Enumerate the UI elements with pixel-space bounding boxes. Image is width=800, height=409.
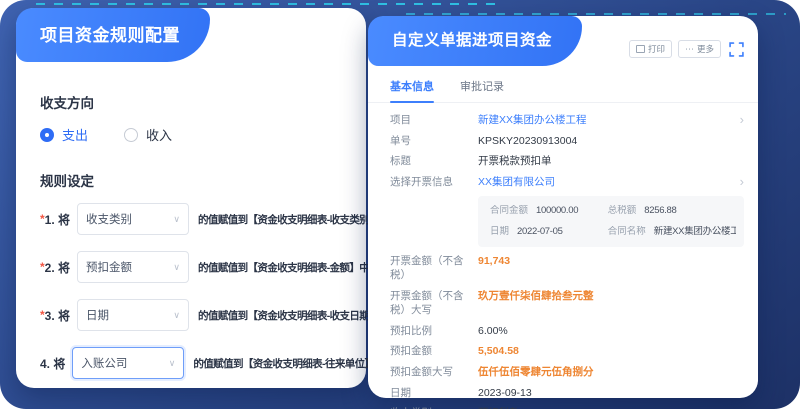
chevron-down-icon: ∨: [173, 214, 180, 225]
rule-3-field-value: 日期: [86, 307, 109, 323]
field-label: 预扣比例: [390, 324, 478, 338]
contract-field-label: 总税额: [608, 205, 637, 217]
contract-field-label: 合同名称: [608, 226, 646, 238]
radio-unselected-icon: [124, 128, 138, 142]
contract-field-label: 日期: [490, 226, 509, 238]
rule-2-suffix: 的值赋值到【资金收支明细表-金额】中: [198, 260, 369, 275]
rule-row-1: * 1. 将 收支类别 ∨ 的值赋值到【资金收支明细表-收支类别】中: [40, 203, 356, 235]
radio-expense-label: 支出: [62, 125, 88, 144]
field-row-invoice-info: 选择开票信息 XX集团有限公司 ›: [390, 175, 744, 189]
contract-field-label: 合同金额: [490, 205, 528, 217]
detail-fields: 项目 新建XX集团办公楼工程 › 单号 KPSKY20230913004 标题 …: [368, 103, 758, 409]
print-button-label: 打印: [648, 43, 665, 55]
rule-row-3: * 3. 将 日期 ∨ 的值赋值到【资金收支明细表-收支日期】中: [40, 299, 356, 331]
direction-radio-group: 支出 收入: [40, 125, 356, 144]
contract-name-item: 合同名称 新建XX集团办公楼工程现浇工程承包合同: [608, 226, 736, 238]
withhold-ratio-value: 6.00%: [478, 324, 508, 338]
field-label: 项目: [390, 113, 478, 127]
rule-number: 2. 将: [45, 259, 70, 276]
field-row-withhold-amount-caps: 预扣金额大写 伍仟伍佰零肆元伍角捌分: [390, 365, 744, 379]
rules-label: 规则设定: [40, 170, 356, 190]
field-label: 预扣金额: [390, 344, 478, 358]
contract-field-value: 8256.88: [644, 205, 676, 217]
doc-title-value: 开票税款预扣单: [478, 154, 552, 168]
contract-summary-card: 合同金额 100000.00 总税额 8256.88 日期 2022-07-05…: [478, 196, 744, 248]
marketing-frame: 项目资金规则配置 收支方向 支出 收入 规则设定 * 1. 将 收支类别: [0, 0, 800, 409]
invoice-company-link[interactable]: XX集团有限公司: [478, 175, 555, 189]
contract-field-value: 新建XX集团办公楼工程现浇工程承包合同: [654, 226, 736, 238]
chevron-right-icon[interactable]: ›: [740, 113, 744, 126]
tab-approval-record[interactable]: 审批记录: [460, 78, 504, 102]
rule-4-suffix: 的值赋值到【资金收支明细表-往来单位】中: [193, 356, 384, 371]
rule-number: 4. 将: [40, 355, 65, 372]
withhold-amount-value: 5,504.58: [478, 344, 519, 358]
document-detail-panel: 自定义单据进项目资金 打印 ⋯ 更多 基本信息 审批记录 项目 新建XX集团办公…: [368, 16, 758, 398]
rule-4-field-value: 入账公司: [81, 355, 127, 371]
field-label: 开票金额（不含税）: [390, 254, 478, 282]
invoice-amount-caps-value: 玖万壹仟柒佰肆拾叁元整: [478, 289, 594, 303]
rule-config-body: 收支方向 支出 收入 规则设定 * 1. 将 收支类别 ∨: [16, 8, 366, 379]
chevron-right-icon[interactable]: ›: [740, 175, 744, 188]
rule-number: 3. 将: [45, 307, 70, 324]
invoice-amount-value: 91,743: [478, 254, 510, 268]
rule-1-field-select[interactable]: 收支类别 ∨: [77, 203, 189, 235]
contract-amount-item: 合同金额 100000.00: [490, 205, 604, 217]
field-row-withhold-ratio: 预扣比例 6.00%: [390, 324, 744, 338]
detail-toolbar: 打印 ⋯ 更多: [629, 40, 744, 58]
direction-label: 收支方向: [40, 92, 356, 112]
chevron-down-icon: ∨: [169, 358, 176, 369]
print-button[interactable]: 打印: [629, 40, 672, 58]
chevron-down-icon: ∨: [173, 310, 180, 321]
rule-2-field-value: 预扣金额: [86, 259, 132, 275]
contract-tax-item: 总税额 8256.88: [608, 205, 736, 217]
rule-3-field-select[interactable]: 日期 ∨: [77, 299, 189, 331]
radio-income-label: 收入: [146, 125, 172, 144]
rule-row-4: 4. 将 入账公司 ∨ 的值赋值到【资金收支明细表-往来单位】中: [40, 347, 356, 379]
field-row-invoice-amount-caps: 开票金额（不含税）大写 玖万壹仟柒佰肆拾叁元整: [390, 289, 744, 317]
rule-2-field-select[interactable]: 预扣金额 ∨: [77, 251, 189, 283]
field-row-title: 标题 开票税款预扣单: [390, 154, 744, 168]
rule-row-2: * 2. 将 预扣金额 ∨ 的值赋值到【资金收支明细表-金额】中: [40, 251, 356, 283]
doc-number-value: KPSKY20230913004: [478, 134, 577, 148]
field-row-project: 项目 新建XX集团办公楼工程 ›: [390, 113, 744, 127]
field-row-date: 日期 2023-09-13: [390, 386, 744, 400]
radio-selected-icon: [40, 128, 54, 142]
rule-4-field-select[interactable]: 入账公司 ∨: [72, 347, 184, 379]
field-label: 选择开票信息: [390, 175, 478, 189]
radio-expense[interactable]: 支出: [40, 125, 88, 144]
field-row-doc-number: 单号 KPSKY20230913004: [390, 134, 744, 148]
rule-3-suffix: 的值赋值到【资金收支明细表-收支日期】中: [198, 308, 389, 323]
rule-1-field-value: 收支类别: [86, 211, 132, 227]
field-label: 单号: [390, 134, 478, 148]
field-label: 日期: [390, 386, 478, 400]
left-panel-title: 项目资金规则配置: [16, 8, 210, 62]
field-label: 预扣金额大写: [390, 365, 478, 379]
right-panel-title: 自定义单据进项目资金: [368, 16, 582, 66]
withhold-amount-caps-value: 伍仟伍佰零肆元伍角捌分: [478, 365, 594, 379]
field-row-invoice-amount: 开票金额（不含税） 91,743: [390, 254, 744, 282]
field-label: 标题: [390, 154, 478, 168]
field-label: 开票金额（不含税）大写: [390, 289, 478, 317]
contract-field-value: 2022-07-05: [517, 226, 563, 238]
chevron-down-icon: ∨: [173, 262, 180, 273]
print-icon: [636, 45, 645, 53]
date-value: 2023-09-13: [478, 386, 532, 400]
rule-config-panel: 项目资金规则配置 收支方向 支出 收入 规则设定 * 1. 将 收支类别: [16, 8, 366, 388]
project-link[interactable]: 新建XX集团办公楼工程: [478, 113, 587, 127]
fullscreen-icon[interactable]: [729, 42, 744, 57]
tab-basic-info[interactable]: 基本信息: [390, 78, 434, 102]
rule-1-suffix: 的值赋值到【资金收支明细表-收支类别】中: [198, 212, 389, 227]
radio-income[interactable]: 收入: [124, 125, 172, 144]
contract-date-item: 日期 2022-07-05: [490, 226, 604, 238]
field-row-withhold-amount: 预扣金额 5,504.58: [390, 344, 744, 358]
more-button-label: 更多: [697, 43, 714, 55]
more-button[interactable]: ⋯ 更多: [678, 40, 721, 58]
contract-field-value: 100000.00: [536, 205, 578, 217]
more-icon: ⋯: [685, 46, 694, 52]
rule-number: 1. 将: [45, 211, 70, 228]
